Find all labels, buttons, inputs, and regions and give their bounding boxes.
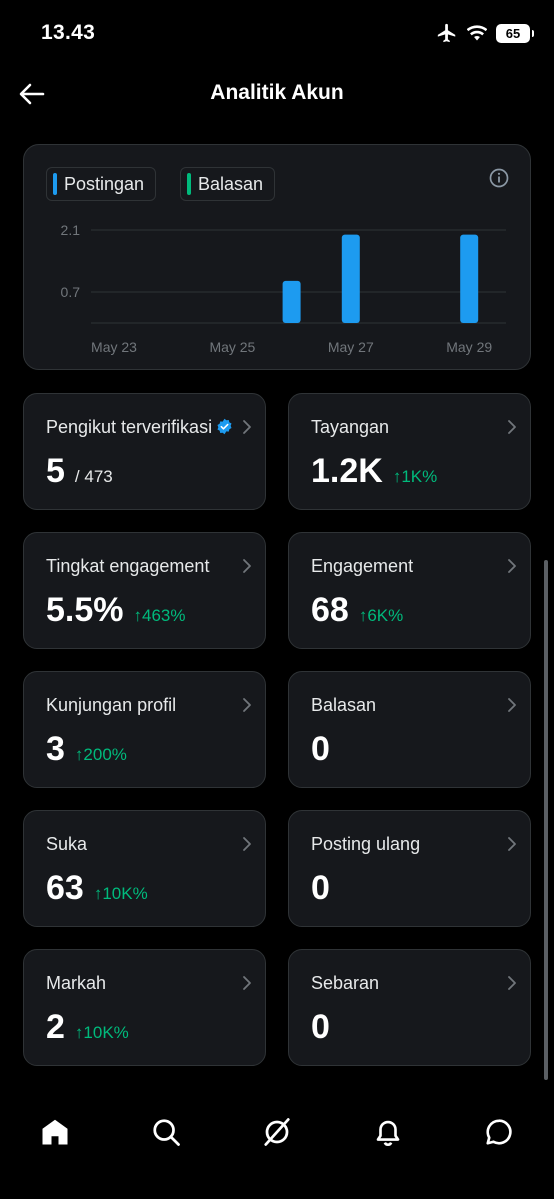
metric-value: 68 — [311, 591, 349, 629]
metric-label: Suka — [46, 834, 88, 854]
tab-grok[interactable] — [249, 1104, 305, 1160]
chart-card: Postingan Balasan 2.1 0.7 May 23 May 25 May … — [23, 144, 531, 370]
metric-value: 0 — [311, 1008, 330, 1046]
bar-may-26[interactable] — [282, 280, 301, 323]
metric-card[interactable]: Balasan 0 — [288, 671, 531, 788]
metric-value-row: 5 / 473 — [46, 452, 113, 491]
y-tick-label: 0.7 — [61, 284, 81, 300]
metric-change: ↑200% — [74, 745, 127, 764]
metric-card[interactable]: Tayangan 1.2K ↑1K% — [288, 393, 531, 510]
legend-label: Postingan — [64, 173, 145, 194]
chevron-right-icon — [508, 698, 516, 712]
metric-card[interactable]: Pengikut terverifikasi 5 / 473 — [23, 393, 266, 510]
tab-messages[interactable] — [471, 1104, 527, 1160]
metric-label: Markah — [46, 973, 107, 993]
airplane-icon — [437, 23, 456, 43]
scrollbar[interactable] — [544, 560, 548, 1080]
metric-card[interactable]: Engagement 68 ↑6K% — [288, 532, 531, 649]
grok-icon — [264, 1118, 290, 1146]
metric-card[interactable]: Suka 63 ↑10K% — [23, 810, 266, 927]
battery-indicator: 65 — [496, 23, 534, 43]
tab-home[interactable] — [27, 1104, 83, 1160]
bar-may-29[interactable] — [460, 234, 479, 323]
chevron-right-icon — [508, 420, 516, 434]
chevron-right-icon — [243, 976, 251, 990]
metric-label: Posting ulang — [311, 834, 421, 854]
metric-total: / 473 — [74, 467, 113, 486]
metric-value: 1.2K — [311, 452, 383, 490]
metric-value-row: 0 — [311, 869, 330, 908]
metric-value: 2 — [46, 1008, 65, 1046]
legend-balasan[interactable]: Balasan — [180, 167, 276, 201]
metric-change: ↑6K% — [358, 606, 404, 625]
metric-label: Tayangan — [311, 417, 390, 437]
metric-change: ↑1K% — [392, 467, 438, 486]
info-icon[interactable] — [488, 167, 510, 189]
metric-card[interactable]: Posting ulang 0 — [288, 810, 531, 927]
chevron-right-icon — [508, 837, 516, 851]
home-icon — [42, 1119, 68, 1145]
metric-value-row: 5.5% ↑463% — [46, 591, 185, 630]
metric-value-row: 68 ↑6K% — [311, 591, 403, 630]
bar-may-27[interactable] — [341, 234, 360, 323]
legend-swatch-balasan — [187, 173, 191, 195]
tab-search[interactable] — [138, 1104, 194, 1160]
metric-value: 0 — [311, 730, 330, 768]
tab-notifications[interactable] — [360, 1104, 416, 1160]
metric-value-row: 2 ↑10K% — [46, 1008, 129, 1047]
metric-change: ↑10K% — [93, 884, 148, 903]
status-time: 13.43 — [41, 21, 96, 44]
metric-value: 63 — [46, 869, 84, 907]
chevron-right-icon — [243, 698, 251, 712]
chevron-right-icon — [243, 837, 251, 851]
metric-value-row: 1.2K ↑1K% — [311, 452, 437, 491]
legend-postingan[interactable]: Postingan — [46, 167, 157, 201]
metric-label: Pengikut terverifikasi — [46, 417, 213, 437]
metric-label: Balasan — [311, 695, 377, 715]
metric-value: 3 — [46, 730, 65, 768]
search-icon — [153, 1119, 180, 1146]
legend-label: Balasan — [198, 173, 264, 194]
metric-change: ↑463% — [133, 606, 186, 625]
metric-card[interactable]: Sebaran 0 — [288, 949, 531, 1066]
y-tick-label: 2.1 — [61, 222, 81, 238]
legend-swatch-postingan — [53, 173, 57, 195]
x-tick-label: May 25 — [209, 339, 255, 355]
metric-change: ↑10K% — [74, 1023, 129, 1042]
bar-chart: 2.1 0.7 May 23 May 25 May 27 May 29 — [61, 222, 506, 355]
status-bar: 13.43 65 — [0, 0, 554, 66]
x-tick-label: May 23 — [91, 339, 137, 355]
metric-value-row: 0 — [311, 730, 330, 769]
status-icons: 65 — [436, 22, 534, 44]
bell-icon — [376, 1120, 400, 1147]
chevron-right-icon — [508, 559, 516, 573]
metric-label: Sebaran — [311, 973, 380, 993]
metric-value: 0 — [311, 869, 330, 907]
chat-icon — [486, 1119, 512, 1145]
wifi-icon — [467, 25, 487, 41]
metric-value-row: 63 ↑10K% — [46, 869, 148, 908]
header: Analitik Akun — [0, 66, 554, 122]
chevron-right-icon — [243, 559, 251, 573]
metric-value: 5 — [46, 452, 65, 490]
chevron-right-icon — [508, 976, 516, 990]
metric-card[interactable]: Tingkat engagement 5.5% ↑463% — [23, 532, 266, 649]
metric-card[interactable]: Kunjungan profil 3 ↑200% — [23, 671, 266, 788]
x-tick-label: May 27 — [328, 339, 374, 355]
bottom-tab-bar — [0, 1090, 554, 1199]
metric-label: Engagement — [311, 556, 414, 576]
x-tick-label: May 29 — [446, 339, 492, 355]
metric-label: Tingkat engagement — [46, 556, 210, 576]
metric-value-row: 0 — [311, 1008, 330, 1047]
metric-value-row: 3 ↑200% — [46, 730, 127, 769]
metric-value: 5.5% — [46, 591, 124, 629]
metric-card[interactable]: Markah 2 ↑10K% — [23, 949, 266, 1066]
chevron-right-icon — [243, 420, 251, 434]
page-title: Analitik Akun — [210, 81, 344, 104]
verified-badge-icon — [217, 418, 232, 435]
metric-label: Kunjungan profil — [46, 695, 177, 715]
